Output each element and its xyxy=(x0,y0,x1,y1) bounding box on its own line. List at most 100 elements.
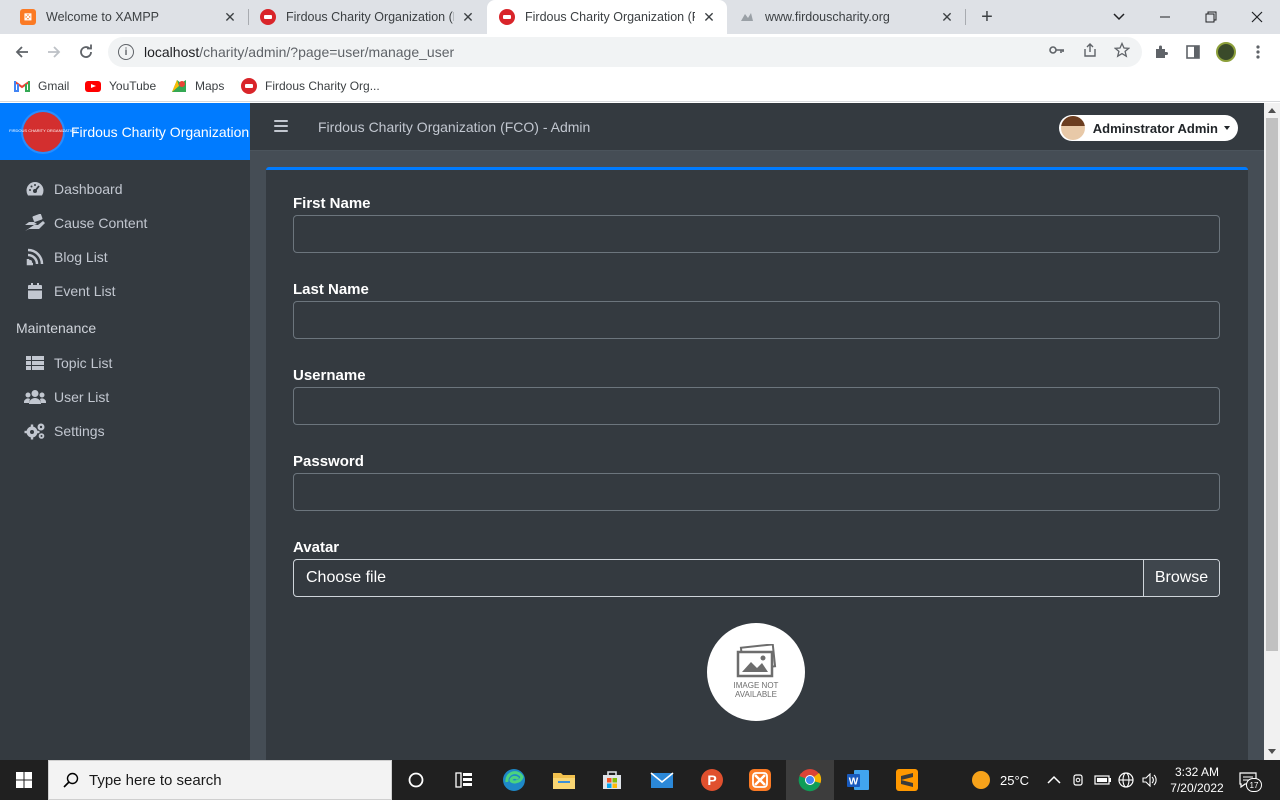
tab-xampp[interactable]: ⊠ Welcome to XAMPP ✕ xyxy=(8,0,248,34)
store-icon[interactable] xyxy=(598,766,626,794)
close-icon[interactable]: ✕ xyxy=(222,9,238,25)
brand-text: Firdous Charity Organization (FCO) xyxy=(71,123,250,140)
last-name-label: Last Name xyxy=(293,281,369,298)
bookmarks-bar: Gmail YouTube Maps Firdous Charity Org..… xyxy=(0,70,1280,102)
close-icon[interactable]: ✕ xyxy=(460,9,476,25)
tab-firdouscharity[interactable]: www.firdouscharity.org ✕ xyxy=(727,0,965,34)
user-dropdown-button[interactable]: Adminstrator Admin xyxy=(1058,115,1238,141)
browse-button[interactable]: Browse xyxy=(1143,560,1219,596)
svg-text:P: P xyxy=(707,772,716,788)
side-panel-icon[interactable] xyxy=(1184,43,1202,61)
tab-fco-active[interactable]: Firdous Charity Organization (FCO ✕ xyxy=(487,0,727,34)
scroll-down-icon[interactable] xyxy=(1268,749,1276,754)
user-name: Adminstrator Admin xyxy=(1092,120,1218,136)
tab-search-button[interactable] xyxy=(1096,0,1142,34)
brand-link[interactable]: FIRDOUS CHARITY ORGANIZATION Firdous Cha… xyxy=(0,103,250,160)
tab-label: Firdous Charity Organization (FCO xyxy=(525,10,695,24)
cortana-icon[interactable] xyxy=(402,766,430,794)
first-name-group: First Name xyxy=(293,195,1220,253)
chrome-icon[interactable] xyxy=(786,760,834,800)
chevron-down-icon xyxy=(1113,13,1125,21)
users-icon xyxy=(24,387,46,407)
top-navbar: Firdous Charity Organization (FCO) - Adm… xyxy=(250,103,1264,151)
sidebar-item-event-list[interactable]: Event List xyxy=(0,274,250,308)
xampp-icon[interactable] xyxy=(746,766,774,794)
first-name-input[interactable] xyxy=(293,215,1220,253)
weather-widget[interactable]: 25°C xyxy=(972,760,1029,800)
windows-logo-icon xyxy=(16,772,32,788)
last-name-input[interactable] xyxy=(293,301,1220,339)
globe-icon xyxy=(739,9,755,25)
bookmark-maps[interactable]: Maps xyxy=(171,77,224,95)
start-button[interactable] xyxy=(0,760,48,800)
sidebar-item-dashboard[interactable]: Dashboard xyxy=(0,172,250,206)
key-icon[interactable] xyxy=(1048,41,1066,59)
sidebar-item-blog-list[interactable]: Blog List xyxy=(0,240,250,274)
tab-separator xyxy=(965,9,966,25)
tab-fco-1[interactable]: Firdous Charity Organization (FCO ✕ xyxy=(248,0,486,34)
sidebar-item-settings[interactable]: Settings xyxy=(0,414,250,448)
sidebar-item-label: User List xyxy=(54,389,110,405)
new-tab-button[interactable]: + xyxy=(976,6,998,28)
bookmark-fco[interactable]: Firdous Charity Org... xyxy=(241,77,380,95)
username-input[interactable] xyxy=(293,387,1220,425)
address-bar[interactable]: i localhost/charity/admin/?page=user/man… xyxy=(108,37,1142,67)
file-explorer-icon[interactable] xyxy=(550,766,578,794)
restore-button[interactable] xyxy=(1188,0,1234,34)
info-icon[interactable]: i xyxy=(118,44,134,60)
back-button[interactable] xyxy=(10,40,34,64)
gmail-icon xyxy=(14,78,30,94)
password-group: Password xyxy=(293,453,1220,511)
extensions-icon[interactable] xyxy=(1152,43,1170,61)
image-placeholder-line2: AVAILABLE xyxy=(735,690,777,699)
meet-now-icon[interactable] xyxy=(1072,760,1086,800)
minimize-button[interactable] xyxy=(1142,0,1188,34)
bookmark-youtube[interactable]: YouTube xyxy=(85,77,156,95)
action-center-button[interactable]: 17 xyxy=(1238,770,1262,792)
sublime-text-icon[interactable] xyxy=(893,766,921,794)
url-text: localhost/charity/admin/?page=user/manag… xyxy=(144,44,454,60)
username-group: Username xyxy=(293,367,1220,425)
close-icon[interactable]: ✕ xyxy=(939,9,955,25)
hamburger-menu-icon[interactable] xyxy=(274,120,288,132)
sidebar-item-cause-content[interactable]: Cause Content xyxy=(0,206,250,240)
close-window-button[interactable] xyxy=(1234,0,1280,34)
bookmark-gmail[interactable]: Gmail xyxy=(14,77,69,95)
admin-page: FIRDOUS CHARITY ORGANIZATION Firdous Cha… xyxy=(0,103,1264,760)
page-scrollbar[interactable] xyxy=(1264,103,1280,760)
task-view-icon[interactable] xyxy=(450,766,478,794)
taskbar-clock[interactable]: 3:32 AM 7/20/2022 xyxy=(1162,764,1232,796)
tab-label: Firdous Charity Organization (FCO xyxy=(286,10,454,24)
sidebar-item-user-list[interactable]: User List xyxy=(0,380,250,414)
avatar-label: Avatar xyxy=(293,539,340,556)
word-icon[interactable]: W xyxy=(844,766,872,794)
clock-date: 7/20/2022 xyxy=(1170,781,1224,795)
menu-kebab-icon[interactable] xyxy=(1249,43,1267,61)
volume-icon[interactable] xyxy=(1142,760,1158,800)
reload-button[interactable] xyxy=(74,40,98,64)
temperature: 25°C xyxy=(1000,772,1030,788)
hand-holding-icon xyxy=(24,213,46,233)
url-path: /charity/admin/?page=user/manage_user xyxy=(199,44,455,60)
edge-icon[interactable] xyxy=(500,766,528,794)
avatar-file-input[interactable]: Choose file Browse xyxy=(293,559,1220,597)
profile-avatar[interactable] xyxy=(1216,42,1236,62)
reload-icon xyxy=(80,44,92,58)
avatar-preview: IMAGE NOT AVAILABLE xyxy=(707,623,805,721)
username-label: Username xyxy=(293,367,366,384)
share-icon[interactable] xyxy=(1081,41,1099,59)
show-hidden-icons-button[interactable] xyxy=(1047,760,1061,800)
password-input[interactable] xyxy=(293,473,1220,511)
scrollbar-thumb[interactable] xyxy=(1266,118,1278,651)
bookmark-star-icon[interactable] xyxy=(1113,41,1131,59)
network-icon[interactable] xyxy=(1118,760,1134,800)
scroll-up-icon[interactable] xyxy=(1268,108,1276,113)
battery-icon[interactable] xyxy=(1094,760,1112,800)
close-icon[interactable]: ✕ xyxy=(701,9,717,25)
postman-icon[interactable]: P xyxy=(698,766,726,794)
forward-button[interactable] xyxy=(42,40,66,64)
taskbar-search[interactable]: Type here to search xyxy=(48,760,392,800)
minimize-icon xyxy=(1160,16,1170,18)
sidebar-item-topic-list[interactable]: Topic List xyxy=(0,346,250,380)
mail-icon[interactable] xyxy=(648,766,676,794)
